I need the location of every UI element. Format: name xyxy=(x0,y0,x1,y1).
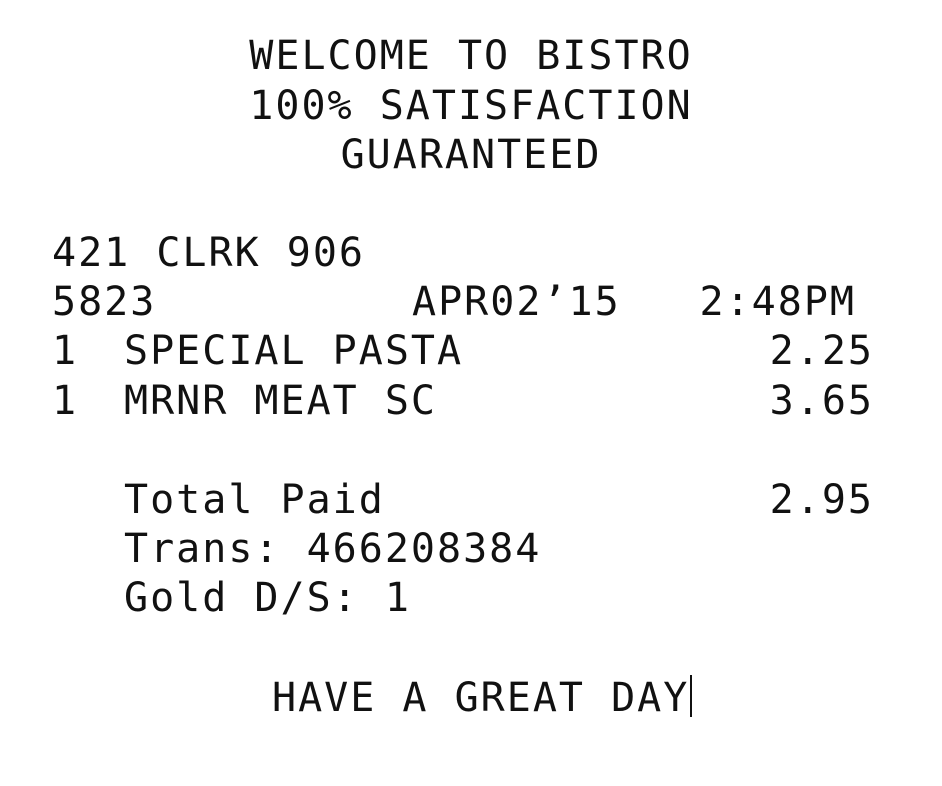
item-name: MRNR MEAT SC xyxy=(124,378,437,424)
item-qty: 1 xyxy=(52,378,79,424)
store-clerk: 421 CLRK 906 xyxy=(52,230,365,276)
header-line-3: GUARANTEED xyxy=(340,132,602,178)
transaction-number: Trans: 466208384 xyxy=(124,526,542,572)
header-line-1: WELCOME TO BISTRO xyxy=(249,33,693,79)
item-qty: 1 xyxy=(52,328,79,374)
item-price: 3.65 xyxy=(769,378,874,424)
total-value: 2.95 xyxy=(769,477,874,523)
item-name: SPECIAL PASTA xyxy=(124,328,464,374)
gold-ds: Gold D/S: 1 xyxy=(124,575,411,621)
text-cursor xyxy=(690,675,693,717)
receipt-date: APR02’15 xyxy=(412,279,621,325)
total-label: Total Paid xyxy=(124,477,385,523)
receipt-time: 2:48PM xyxy=(699,279,856,325)
footer-message-row: HAVE A GREAT DAY xyxy=(272,674,693,722)
receipt: WELCOME TO BISTRO 100% SATISFACTION GUAR… xyxy=(0,0,942,786)
check-number: 5823 xyxy=(52,279,157,325)
header-line-2: 100% SATISFACTION xyxy=(249,83,693,129)
footer-message: HAVE A GREAT DAY xyxy=(272,675,690,721)
item-price: 2.25 xyxy=(769,328,874,374)
